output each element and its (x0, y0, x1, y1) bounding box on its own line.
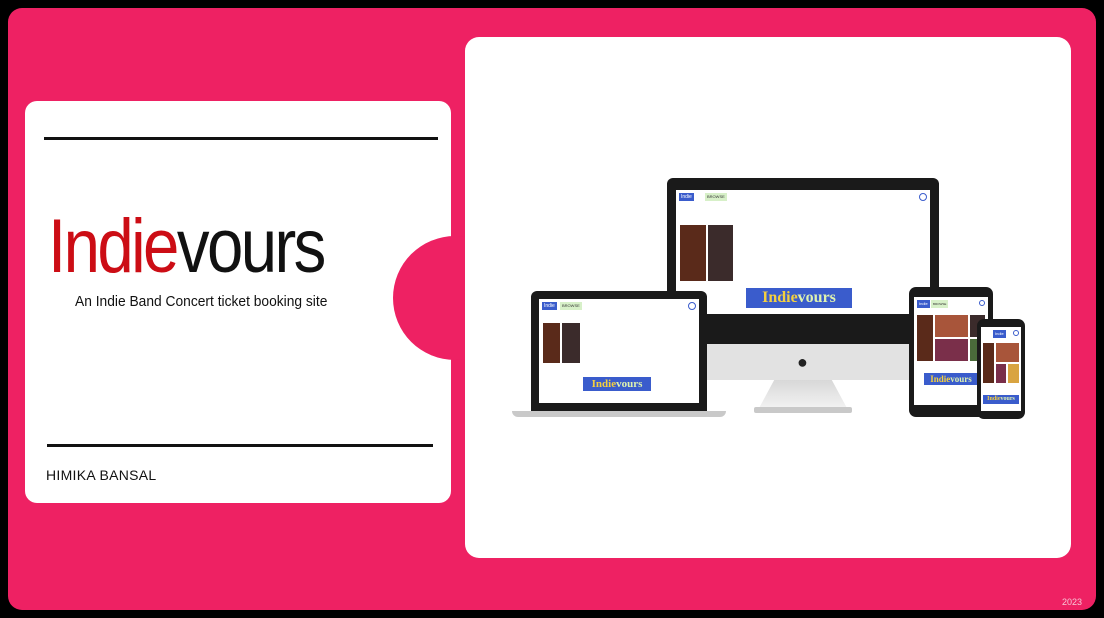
mini-logo: Indie (917, 300, 930, 308)
brand-banner: Indievours (983, 395, 1019, 404)
mini-logo: Indie (542, 302, 557, 310)
brand-part2: vours (950, 374, 972, 384)
project-title: Indievours (48, 209, 326, 285)
brand-banner: Indievours (746, 288, 852, 308)
user-icon (919, 193, 927, 201)
title-part-indie: Indie (48, 204, 179, 289)
mini-browse-button: BROWSE (560, 302, 582, 310)
user-icon (979, 300, 985, 306)
laptop-mockup: Indie BROWSE Indievours (531, 291, 707, 411)
author-name: HIMIKA BANSAL (46, 467, 157, 483)
mini-logo: Indie (679, 193, 694, 201)
device-mockup-card: Indie BROWSE Indievours ● Indie BROWSE I… (465, 37, 1071, 558)
title-part-vours: vours (176, 204, 327, 289)
desktop-stand-foot (754, 407, 852, 413)
brand-part1: Indie (930, 374, 951, 384)
mini-browse-button: BROWSE (931, 300, 949, 308)
desktop-mockup: Indie BROWSE Indievours (667, 178, 939, 346)
brand-part1: Indie (762, 289, 798, 306)
photo-collage (983, 343, 1019, 383)
photo-collage (543, 323, 695, 367)
brand-part2: vours (1000, 396, 1015, 402)
mini-navbar: Indie BROWSE (679, 193, 927, 203)
brand-part1: Indie (591, 378, 617, 390)
title-card: Indievours An Indie Band Concert ticket … (25, 101, 451, 503)
bottom-divider (47, 444, 433, 447)
brand-banner: Indievours (924, 373, 978, 385)
photo-collage (917, 315, 985, 361)
mini-navbar: Indie BROWSE (542, 302, 696, 312)
top-divider (44, 137, 438, 140)
mini-navbar: Indie BROWSE (917, 300, 985, 310)
mini-logo: Indie (993, 330, 1006, 338)
slide: Indievours An Indie Band Concert ticket … (8, 8, 1096, 610)
brand-part1: Indie (987, 396, 1001, 402)
apple-logo-icon: ● (797, 352, 808, 372)
phone-mockup: Indie Indievours (977, 319, 1025, 419)
desktop-screen: Indie BROWSE Indievours (676, 190, 930, 314)
brand-banner: Indievours (583, 377, 651, 391)
mini-browse-button: BROWSE (705, 193, 727, 201)
desktop-stand (758, 380, 848, 410)
mini-navbar: Indie (983, 330, 1019, 340)
laptop-base (512, 411, 726, 417)
photo-collage (680, 225, 926, 285)
phone-screen: Indie Indievours (981, 327, 1021, 411)
project-subtitle: An Indie Band Concert ticket booking sit… (75, 293, 328, 310)
user-icon (688, 302, 696, 310)
laptop-screen: Indie BROWSE Indievours (539, 299, 699, 403)
brand-part2: vours (616, 378, 643, 390)
brand-part2: vours (797, 289, 836, 306)
year-label: 2023 (1061, 597, 1082, 607)
user-icon (1013, 330, 1019, 336)
